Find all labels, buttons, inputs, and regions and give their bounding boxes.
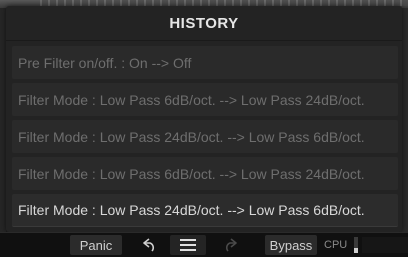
history-item-text: Filter Mode : Low Pass 24dB/oct. --> Low… xyxy=(18,202,365,218)
hamburger-menu-icon xyxy=(180,239,196,251)
bypass-button-label: Bypass xyxy=(269,237,313,253)
history-title: HISTORY xyxy=(169,14,239,32)
history-item-text: Filter Mode : Low Pass 24dB/oct. --> Low… xyxy=(18,128,365,145)
cpu-track xyxy=(362,237,408,253)
history-item[interactable]: Filter Mode : Low Pass 6dB/oct. --> Low … xyxy=(12,83,398,116)
cpu-meter-fill xyxy=(354,248,358,253)
history-item[interactable]: Filter Mode : Low Pass 24dB/oct. --> Low… xyxy=(12,120,398,153)
history-item-text: Filter Mode : Low Pass 6dB/oct. --> Low … xyxy=(18,165,365,182)
cpu-meter xyxy=(354,237,358,253)
cpu-label: CPU xyxy=(324,239,348,251)
bottom-toolbar: Panic Bypass CPU xyxy=(0,232,408,257)
redo-arrow-icon xyxy=(225,238,237,252)
undo-button[interactable] xyxy=(138,235,162,255)
history-item[interactable]: Filter Mode : Low Pass 6dB/oct. --> Low … xyxy=(12,157,398,190)
undo-arrow-icon xyxy=(143,238,155,252)
history-item[interactable]: Pre Filter on/off. : On --> Off xyxy=(12,46,398,79)
panic-button[interactable]: Panic xyxy=(70,235,122,255)
plugin-window: HISTORY Pre Filter on/off. : On --> Off … xyxy=(0,0,408,257)
bypass-button[interactable]: Bypass xyxy=(265,235,317,255)
panic-button-label: Panic xyxy=(79,237,113,253)
history-header: HISTORY xyxy=(6,6,402,41)
history-list: Pre Filter on/off. : On --> Off Filter M… xyxy=(12,46,398,231)
history-item-current[interactable]: Filter Mode : Low Pass 24dB/oct. --> Low… xyxy=(12,194,398,227)
history-panel: HISTORY Pre Filter on/off. : On --> Off … xyxy=(6,6,402,232)
history-item-text: Filter Mode : Low Pass 6dB/oct. --> Low … xyxy=(18,91,365,108)
history-item-text: Pre Filter on/off. : On --> Off xyxy=(18,54,192,71)
redo-button[interactable] xyxy=(218,235,242,255)
history-menu-button[interactable] xyxy=(170,235,206,255)
